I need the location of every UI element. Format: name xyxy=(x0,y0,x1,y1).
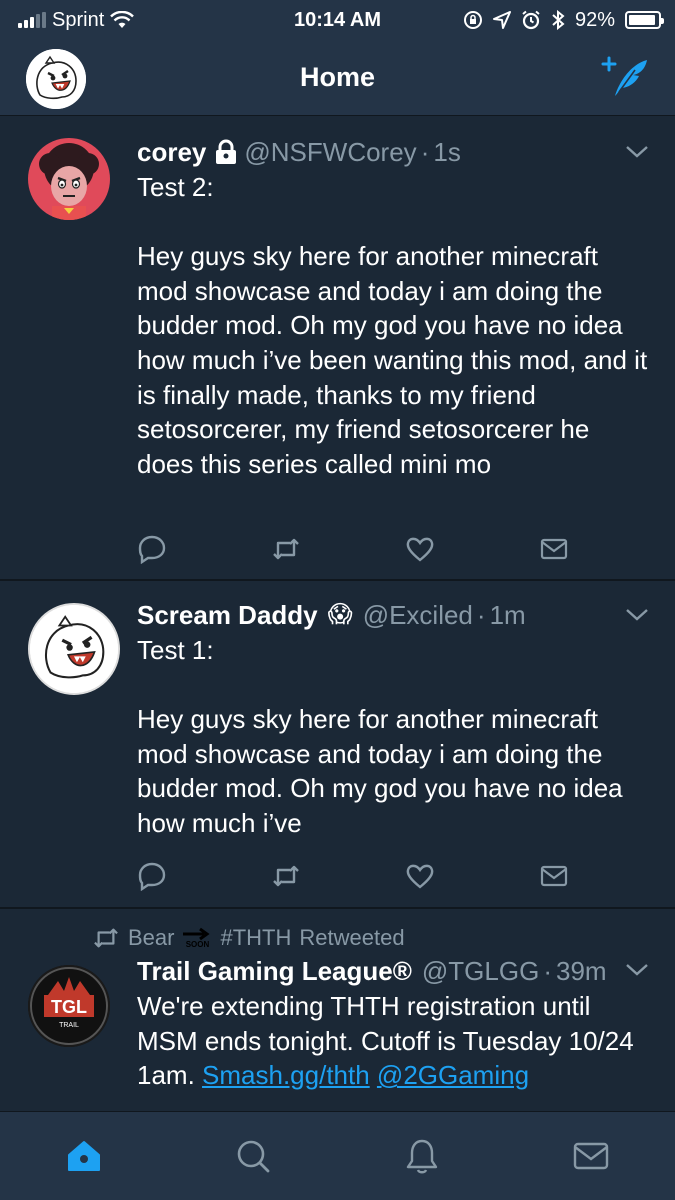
nav-bar: Home xyxy=(0,40,675,116)
tweet-text: Test 1: Hey guys sky here for another mi… xyxy=(137,635,623,838)
home-tab-icon[interactable] xyxy=(65,1137,103,1175)
battery-icon xyxy=(625,11,664,29)
tweet-mention[interactable]: @2GGaming xyxy=(377,1060,529,1090)
signal-icon xyxy=(18,12,46,28)
location-icon xyxy=(492,11,511,29)
reply-icon[interactable] xyxy=(137,534,167,564)
search-tab-icon[interactable] xyxy=(234,1137,272,1175)
alarm-icon xyxy=(522,10,540,30)
boo-ghost-icon xyxy=(26,49,86,109)
tab-bar xyxy=(0,1111,675,1200)
carrier-label: Sprint xyxy=(52,8,105,31)
tweet-actions xyxy=(137,861,569,891)
tweet-avatar[interactable] xyxy=(28,603,120,695)
tweet-header: Trail Gaming League® @TGLGG · 39m xyxy=(137,955,651,987)
retweeted-label: Retweeted xyxy=(299,925,405,950)
display-name[interactable]: corey xyxy=(137,136,206,168)
user-handle[interactable]: @Exciled xyxy=(363,599,473,631)
logo-subtext: TRAIL xyxy=(59,1022,79,1029)
tweet-header: corey @NSFWCorey · 1s xyxy=(137,136,651,168)
timeline: corey @NSFWCorey · 1s Test 2: Hey guys s… xyxy=(0,116,675,1114)
tweet-avatar[interactable]: TGL TRAIL xyxy=(28,965,110,1047)
orientation-lock-icon xyxy=(463,11,482,29)
like-heart-icon[interactable] xyxy=(405,534,435,564)
separator-dot: · xyxy=(476,600,486,630)
cartoon-avatar-icon xyxy=(28,138,110,220)
arrow-right-icon xyxy=(183,927,211,941)
retweet-icon xyxy=(94,928,118,948)
battery-percent: 92% xyxy=(574,8,615,31)
bluetooth-icon xyxy=(552,10,565,30)
tweet-time: 1m xyxy=(489,600,526,630)
chevron-down-icon[interactable] xyxy=(625,145,649,159)
retweeter-name: Bear xyxy=(128,925,175,950)
display-name[interactable]: Trail Gaming League® xyxy=(137,955,412,987)
retweeter-hashtag: #THTH xyxy=(220,925,292,950)
user-handle[interactable]: @NSFWCorey xyxy=(244,136,416,168)
tweet-avatar[interactable] xyxy=(28,138,110,220)
tweet-actions xyxy=(137,534,569,564)
status-left: Sprint xyxy=(18,8,135,32)
separator-dot: · xyxy=(420,137,430,167)
notifications-bell-icon[interactable] xyxy=(403,1137,441,1175)
profile-avatar[interactable] xyxy=(26,49,86,109)
logo-text: TGL xyxy=(51,997,87,1017)
display-name[interactable]: Scream Daddy xyxy=(137,599,318,631)
wifi-icon xyxy=(110,11,135,28)
tweet[interactable]: Bear SOON #THTH Retweeted TGL TRAIL Trai… xyxy=(0,909,675,1114)
chevron-down-icon[interactable] xyxy=(625,963,649,977)
soon-label: SOON xyxy=(185,940,210,949)
messages-tab-icon[interactable] xyxy=(572,1137,610,1175)
reply-icon[interactable] xyxy=(137,861,167,891)
tgl-logo-icon: TGL TRAIL xyxy=(28,965,110,1047)
tweet-header: Scream Daddy 😱 @Exciled · 1m xyxy=(137,599,651,631)
boo-ghost-icon xyxy=(30,605,118,693)
tweet-time: 1s xyxy=(433,137,461,167)
status-bar: Sprint 10:14 AM 92% xyxy=(0,0,675,40)
tweet-time: 39m xyxy=(555,956,607,986)
tweet[interactable]: Scream Daddy 😱 @Exciled · 1m Test 1: Hey… xyxy=(0,581,675,909)
status-right: 92% xyxy=(463,8,664,32)
tweet[interactable]: corey @NSFWCorey · 1s Test 2: Hey guys s… xyxy=(0,116,675,581)
retweet-icon[interactable] xyxy=(271,861,301,891)
chevron-down-icon[interactable] xyxy=(625,608,649,622)
tweet-text: Test 2: Hey guys sky here for another mi… xyxy=(137,172,648,479)
scream-emoji: 😱 xyxy=(327,601,353,628)
battery-fill xyxy=(629,15,655,25)
tweet-link[interactable]: Smash.gg/thth xyxy=(202,1060,370,1090)
tweet-text: We're extending THTH registration until … xyxy=(137,989,651,1093)
user-handle[interactable]: @TGLGG xyxy=(422,955,539,987)
lock-icon xyxy=(216,139,237,164)
compose-tweet-icon[interactable] xyxy=(601,54,651,100)
retweet-context[interactable]: Bear SOON #THTH Retweeted xyxy=(92,925,405,951)
page-title: Home xyxy=(299,62,375,92)
like-heart-icon[interactable] xyxy=(405,861,435,891)
direct-message-icon[interactable] xyxy=(539,534,569,564)
retweet-icon[interactable] xyxy=(271,534,301,564)
direct-message-icon[interactable] xyxy=(539,861,569,891)
separator-dot: · xyxy=(543,956,552,986)
soon-arrow-emoji: SOON xyxy=(182,927,212,949)
